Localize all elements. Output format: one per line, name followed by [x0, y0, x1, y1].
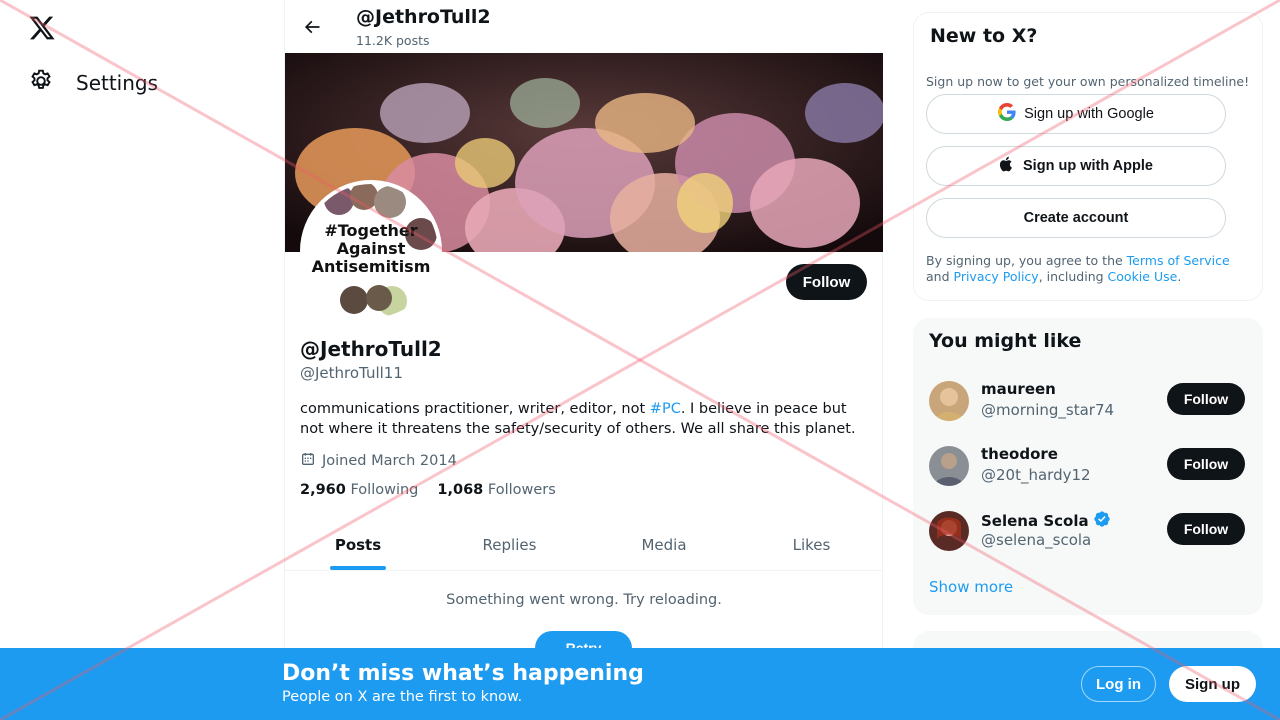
- following-label: Following: [350, 482, 419, 498]
- tab-posts[interactable]: Posts: [285, 519, 431, 571]
- privacy-link[interactable]: Privacy Policy: [954, 269, 1039, 284]
- nav-settings-link[interactable]: Settings: [28, 68, 158, 98]
- signup-button[interactable]: Sign up: [1169, 666, 1256, 702]
- suggestion-handle: @morning_star74: [981, 401, 1115, 419]
- legal-text: By signing up, you agree to the: [926, 253, 1127, 268]
- prompt-title: Don’t miss what’s happening: [282, 661, 644, 686]
- avatar-text-line: #Together: [324, 221, 418, 240]
- profile-name: @JethroTull2: [300, 337, 442, 361]
- profile-tabs: Posts Replies Media Likes: [285, 519, 883, 571]
- tab-likes[interactable]: Likes: [740, 519, 883, 571]
- signup-apple-button[interactable]: Sign up with Apple: [926, 146, 1226, 186]
- joined-date: Joined March 2014: [300, 451, 457, 471]
- suggestion-item[interactable]: maureen @morning_star74 Follow: [929, 376, 1247, 426]
- followers-label: Followers: [487, 482, 556, 498]
- left-navigation: Settings: [0, 0, 284, 720]
- suggestion-handle: @selena_scola: [981, 531, 1092, 549]
- calendar-icon: [300, 451, 316, 471]
- avatar[interactable]: [929, 511, 969, 551]
- follow-counts: 2,960 Following 1,068 Followers: [300, 482, 556, 498]
- new-to-x-title: New to X?: [930, 25, 1038, 47]
- gear-icon: [28, 68, 54, 98]
- suggestion-handle: @20t_hardy12: [981, 466, 1091, 484]
- cookie-link[interactable]: Cookie Use: [1108, 269, 1178, 284]
- profile-header-bar: @JethroTull2 11.2K posts: [285, 0, 883, 53]
- show-more-link[interactable]: Show more: [929, 578, 1013, 596]
- header-profile-name: @JethroTull2: [356, 6, 491, 28]
- follow-button[interactable]: Follow: [1167, 513, 1245, 545]
- prompt-subtitle: People on X are the first to know.: [282, 689, 523, 705]
- signup-google-label: Sign up with Google: [1024, 106, 1154, 122]
- tab-media[interactable]: Media: [588, 519, 740, 571]
- new-to-x-subtitle: Sign up now to get your own personalized…: [926, 74, 1250, 89]
- nav-settings-label: Settings: [76, 71, 159, 95]
- profile-column: @JethroTull2 11.2K posts #Together Again…: [284, 0, 883, 720]
- create-account-button[interactable]: Create account: [926, 198, 1226, 238]
- suggestion-name[interactable]: theodore: [981, 445, 1058, 463]
- avatar[interactable]: [929, 446, 969, 486]
- following-link[interactable]: 2,960 Following: [300, 482, 418, 498]
- suggestion-name[interactable]: maureen: [981, 380, 1056, 398]
- back-arrow-icon[interactable]: [297, 12, 327, 42]
- suggestion-name-text: theodore: [981, 445, 1058, 463]
- profile-avatar[interactable]: #Together Against Antisemitism: [300, 180, 442, 322]
- avatar-text-line: Against: [336, 239, 406, 258]
- x-logo-icon[interactable]: [28, 14, 56, 42]
- bio-hashtag-link[interactable]: #PC: [650, 401, 681, 417]
- header-posts-count: 11.2K posts: [356, 33, 430, 48]
- avatar[interactable]: [929, 381, 969, 421]
- suggestion-item[interactable]: theodore @20t_hardy12 Follow: [929, 441, 1247, 491]
- followers-count: 1,068: [437, 482, 484, 498]
- new-to-x-card: New to X? Sign up now to get your own pe…: [913, 12, 1263, 301]
- following-count: 2,960: [300, 482, 346, 498]
- suggestion-name-text: Selena Scola: [981, 512, 1089, 530]
- avatar-campaign-text: #Together Against Antisemitism: [304, 222, 438, 276]
- avatar-text-line: Antisemitism: [311, 257, 431, 276]
- bio-text: communications practitioner, writer, edi…: [300, 401, 650, 417]
- suggestion-item[interactable]: Selena Scola @selena_scola Follow: [929, 506, 1247, 556]
- google-icon: [998, 103, 1016, 125]
- profile-handle: @JethroTull11: [300, 364, 403, 382]
- profile-bio: communications practitioner, writer, edi…: [300, 399, 860, 439]
- legal-text: , including: [1038, 269, 1108, 284]
- suggestion-name[interactable]: Selena Scola: [981, 510, 1111, 532]
- terms-link[interactable]: Terms of Service: [1127, 253, 1230, 268]
- login-button[interactable]: Log in: [1081, 666, 1156, 702]
- verified-badge-icon: [1093, 510, 1111, 532]
- followers-link[interactable]: 1,068 Followers: [437, 482, 555, 498]
- follow-button[interactable]: Follow: [1167, 383, 1245, 415]
- signup-apple-label: Sign up with Apple: [1023, 158, 1153, 174]
- signup-legal-text: By signing up, you agree to the Terms of…: [926, 253, 1256, 285]
- you-might-like-card: You might like maureen @morning_star74 F…: [913, 318, 1263, 615]
- you-might-like-title: You might like: [929, 330, 1082, 352]
- apple-icon: [999, 155, 1015, 177]
- signup-google-button[interactable]: Sign up with Google: [926, 94, 1226, 134]
- joined-text: Joined March 2014: [322, 453, 457, 469]
- legal-text: .: [1177, 269, 1182, 284]
- signup-prompt-bar: Don’t miss what’s happening People on X …: [0, 648, 1280, 720]
- follow-button[interactable]: Follow: [1167, 448, 1245, 480]
- tab-replies[interactable]: Replies: [431, 519, 588, 571]
- active-tab-indicator: [330, 566, 386, 570]
- suggestion-name-text: maureen: [981, 380, 1056, 398]
- feed-error-message: Something went wrong. Try reloading.: [446, 592, 722, 608]
- legal-text: and: [926, 269, 954, 284]
- follow-button[interactable]: Follow: [786, 264, 867, 300]
